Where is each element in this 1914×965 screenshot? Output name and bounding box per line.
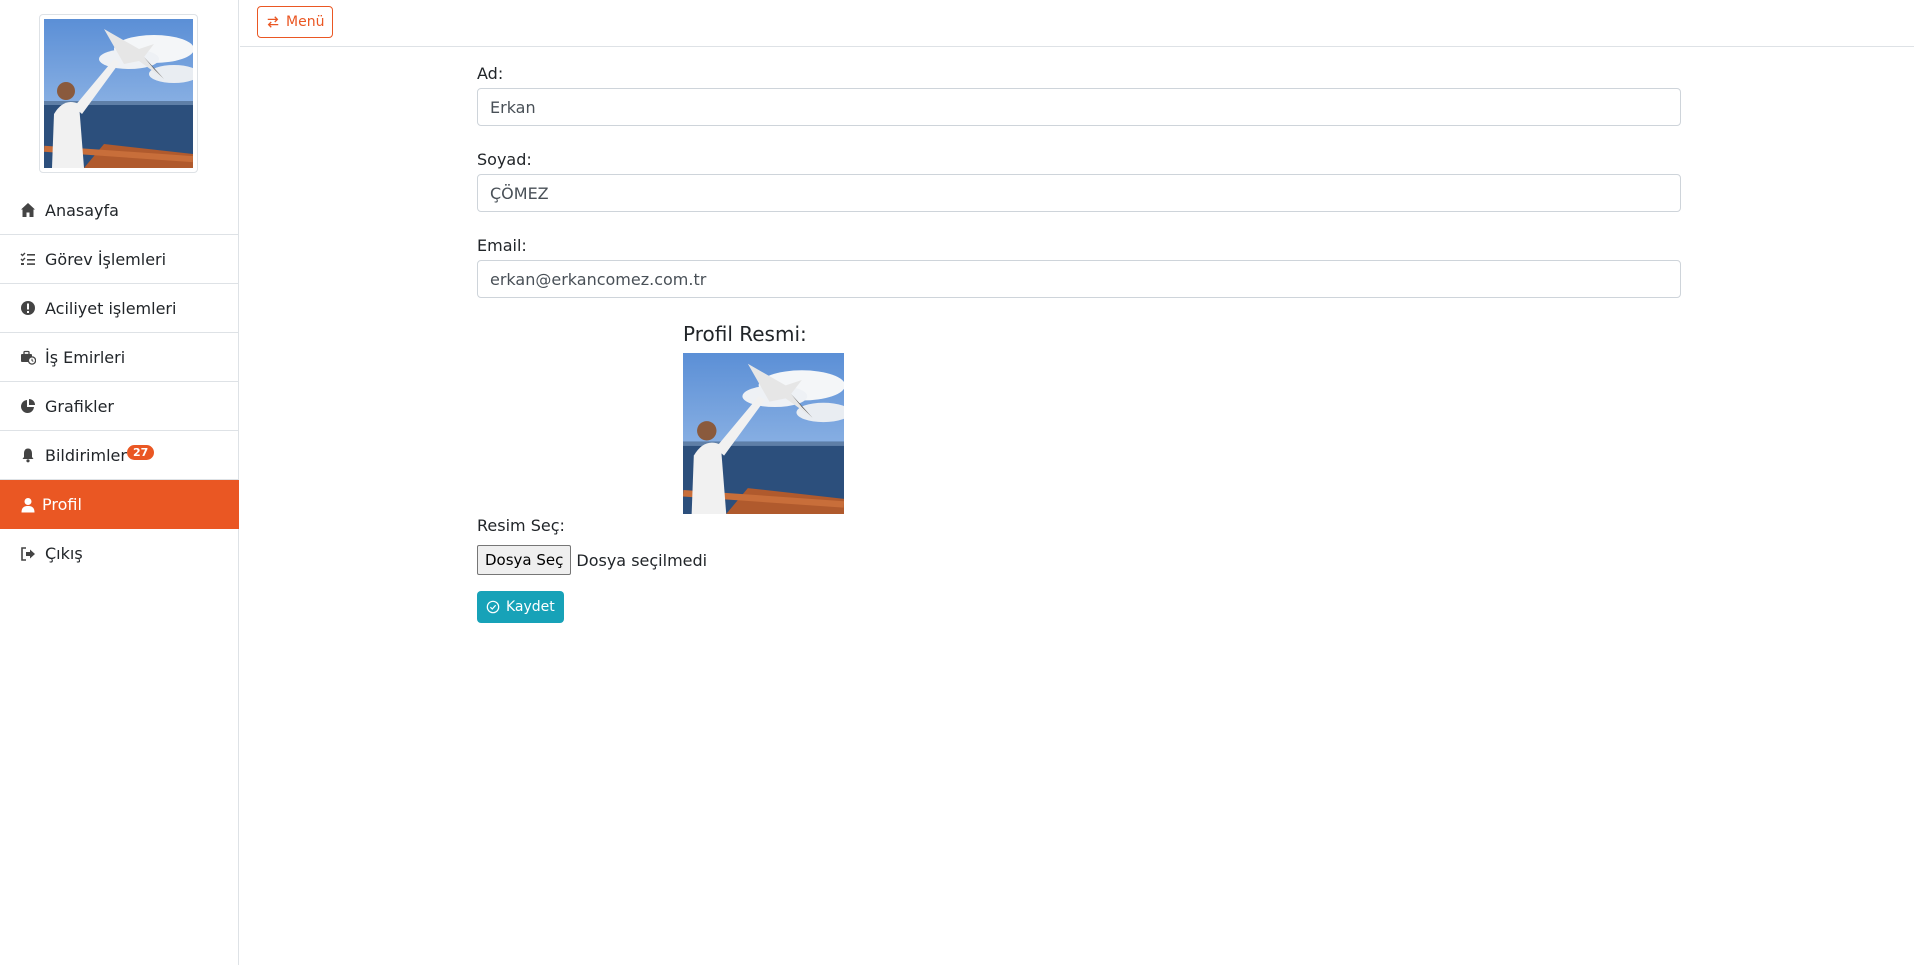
bell-icon [19, 446, 37, 464]
profile-picture [682, 353, 851, 514]
check-circle-icon [486, 600, 500, 614]
choose-file-button[interactable]: Dosya Seç [477, 545, 572, 575]
sidebar-item-label: Çıkış [45, 544, 83, 563]
notification-count-badge: 27 [126, 444, 155, 460]
last-name-label: Soyad: [477, 150, 532, 169]
sidebar-item-label: Grafikler [45, 396, 114, 416]
sidebar-item-bildirimler[interactable]: Bildirimler 27 [0, 431, 239, 480]
briefcase-clock-icon [19, 348, 37, 366]
sidebar-item-cikis[interactable]: Çıkış [0, 529, 239, 578]
sidebar-item-anasayfa[interactable]: Anasayfa [0, 186, 239, 235]
sidebar-item-label: Görev İşlemleri [45, 249, 167, 269]
sidebar-item-gorev-islemleri[interactable]: Görev İşlemleri [0, 235, 239, 284]
sidebar-item-label: İş Emirleri [45, 347, 126, 367]
save-button-label: Kaydet [506, 599, 555, 615]
sidebar-item-label: Aciliyet işlemleri [45, 298, 177, 318]
first-name-field[interactable] [477, 88, 1681, 126]
sign-out-icon [19, 545, 37, 563]
task-list-icon [19, 250, 37, 268]
profile-picture-title: Profil Resmi: [683, 322, 807, 346]
save-button[interactable]: Kaydet [477, 591, 564, 623]
choose-image-label: Resim Seç: [477, 516, 565, 535]
sidebar-avatar [39, 14, 199, 173]
file-status-text: Dosya seçilmedi [576, 550, 708, 570]
exclamation-circle-icon [19, 299, 37, 317]
email-field[interactable] [477, 260, 1681, 298]
email-label: Email: [477, 236, 527, 255]
avatar-photo [43, 19, 199, 168]
first-name-label: Ad: [477, 64, 504, 83]
sidebar: Anasayfa Görev İşlemleri Aciliyet işleml… [0, 0, 239, 965]
pie-chart-icon [19, 397, 37, 415]
sidebar-item-label: Bildirimler [45, 445, 127, 465]
home-icon [19, 201, 37, 219]
file-input: Dosya Seç Dosya seçilmedi [477, 545, 707, 575]
sidebar-item-label: Profil [42, 495, 82, 514]
topbar: Menü [240, 0, 1914, 47]
last-name-field[interactable] [477, 174, 1681, 212]
sidebar-item-is-emirleri[interactable]: İş Emirleri [0, 333, 239, 382]
menu-toggle-button[interactable]: Menü [257, 6, 334, 38]
sidebar-item-profil[interactable]: Profil [0, 480, 239, 529]
exchange-arrows-icon [266, 15, 280, 29]
profile-form: Ad: Soyad: Email: Profil Resmi: [477, 60, 1681, 623]
user-icon [19, 496, 37, 514]
menu-button-label: Menü [286, 14, 325, 30]
sidebar-item-grafikler[interactable]: Grafikler [0, 382, 239, 431]
profile-photo [682, 353, 851, 514]
sidebar-item-aciliyet-islemleri[interactable]: Aciliyet işlemleri [0, 284, 239, 333]
sidebar-nav: Anasayfa Görev İşlemleri Aciliyet işleml… [0, 186, 239, 578]
sidebar-item-label: Anasayfa [45, 200, 119, 220]
